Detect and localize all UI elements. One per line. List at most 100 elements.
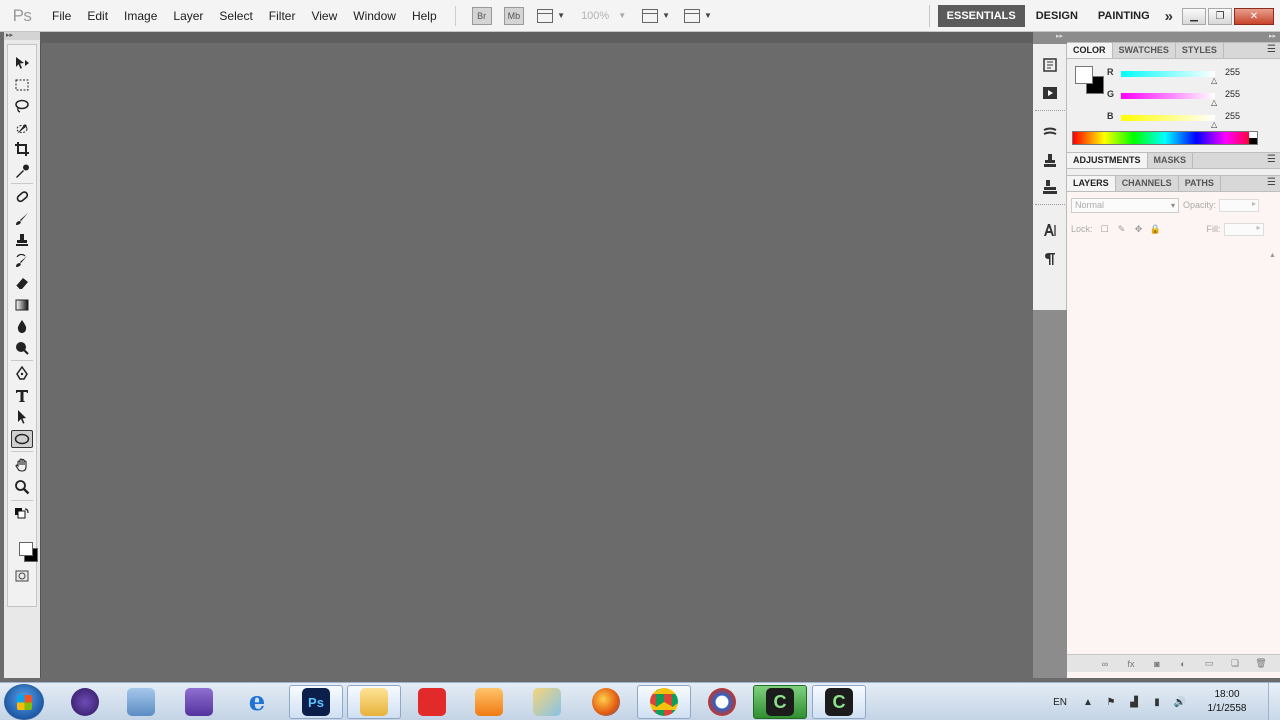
paragraph-panel-icon[interactable]	[1040, 250, 1060, 268]
zoom-level-dropdown[interactable]: 100% ▼	[581, 10, 626, 22]
launch-minibridge-button[interactable]: Mb	[503, 6, 525, 25]
add-mask-icon[interactable]: ◙	[1150, 658, 1164, 670]
layer-style-icon[interactable]: fx	[1124, 658, 1138, 670]
taskbar-app-chrome[interactable]	[637, 685, 691, 719]
green-channel-value[interactable]: 255	[1223, 87, 1253, 101]
panel-menu-icon[interactable]: ☰	[1267, 154, 1276, 165]
slider-thumb-icon[interactable]: △	[1211, 76, 1217, 85]
blur-tool-icon[interactable]	[11, 317, 33, 335]
tab-channels[interactable]: CHANNELS	[1116, 176, 1179, 191]
taskbar-app-calculator[interactable]	[114, 685, 168, 719]
start-button[interactable]	[4, 684, 44, 720]
rectangular-marquee-tool-icon[interactable]	[11, 76, 33, 94]
zoom-tool-icon[interactable]	[11, 478, 33, 496]
blue-channel-value[interactable]: 255	[1223, 109, 1253, 123]
eyedropper-tool-icon[interactable]	[11, 162, 33, 180]
delete-layer-icon[interactable]: 🗑	[1254, 658, 1268, 670]
brush-tool-icon[interactable]	[11, 210, 33, 228]
taskbar-app-eclipse[interactable]	[58, 685, 112, 719]
taskbar-app-photoshop[interactable]: Ps	[289, 685, 343, 719]
show-desktop-button[interactable]	[1268, 683, 1280, 720]
menu-select[interactable]: Select	[211, 0, 260, 32]
blue-channel-track[interactable]	[1121, 115, 1215, 121]
menu-layer[interactable]: Layer	[165, 0, 211, 32]
new-layer-icon[interactable]: ❏	[1228, 658, 1242, 670]
view-extras-dropdown[interactable]: ▼	[537, 8, 565, 23]
canvas-area[interactable]	[40, 32, 1033, 678]
path-selection-tool-icon[interactable]	[11, 408, 33, 426]
menu-filter[interactable]: Filter	[261, 0, 304, 32]
pen-tool-icon[interactable]	[11, 365, 33, 383]
hand-tool-icon[interactable]	[11, 456, 33, 474]
restore-button[interactable]: ❐	[1208, 7, 1232, 25]
menu-edit[interactable]: Edit	[79, 0, 116, 32]
quick-mask-icon[interactable]	[11, 567, 33, 585]
tab-layers[interactable]: LAYERS	[1067, 176, 1116, 191]
clone-source-panel-icon[interactable]	[1040, 152, 1060, 170]
minimize-button[interactable]: ▁	[1182, 7, 1206, 25]
red-channel-value[interactable]: 255	[1223, 65, 1253, 79]
fill-field[interactable]	[1223, 222, 1264, 236]
screen-mode-dropdown[interactable]: ▼	[684, 8, 712, 23]
slider-thumb-icon[interactable]: △	[1211, 120, 1217, 129]
scroll-up-icon[interactable]: ▲	[1269, 252, 1277, 260]
crop-tool-icon[interactable]	[11, 140, 33, 158]
dock-grip[interactable]: ▸▸	[1033, 32, 1067, 42]
more-workspaces-button[interactable]: »	[1165, 8, 1174, 25]
color-spectrum-ramp[interactable]	[1072, 131, 1258, 145]
clock[interactable]: 18:00 1/1/2558	[1196, 688, 1258, 716]
link-layers-icon[interactable]: ∞	[1098, 658, 1112, 670]
taskbar-app-internet-explorer[interactable]: e	[230, 685, 284, 719]
arrange-documents-dropdown[interactable]: ▼	[642, 8, 670, 23]
taskbar-app-camtasia-recorder[interactable]: C	[753, 685, 807, 719]
lasso-tool-icon[interactable]	[11, 97, 33, 115]
taskbar-app-swish[interactable]	[695, 685, 749, 719]
opacity-field[interactable]	[1219, 198, 1260, 212]
default-colors-icon[interactable]	[11, 506, 33, 524]
lock-all-icon[interactable]: 🔒	[1150, 224, 1161, 234]
history-brush-tool-icon[interactable]	[11, 253, 33, 271]
ellipse-tool-icon[interactable]	[11, 430, 33, 448]
tools-panel-grip[interactable]: ▸▸	[4, 32, 40, 40]
gradient-tool-icon[interactable]	[11, 296, 33, 314]
clone-stamp-tool-icon[interactable]	[11, 231, 33, 249]
tool-presets-panel-icon[interactable]	[1040, 178, 1060, 196]
tab-swatches[interactable]: SWATCHES	[1113, 43, 1176, 58]
launch-bridge-button[interactable]: Br	[471, 6, 492, 25]
menu-file[interactable]: File	[44, 0, 79, 32]
character-panel-icon[interactable]	[1040, 221, 1060, 239]
brush-presets-panel-icon[interactable]	[1040, 124, 1060, 142]
taskbar-app-camtasia-studio[interactable]: C	[812, 685, 866, 719]
volume-icon[interactable]: 🔊	[1173, 695, 1187, 709]
language-indicator[interactable]: EN	[1053, 697, 1067, 708]
show-hidden-icons-icon[interactable]: ▲	[1081, 695, 1095, 709]
color-panel-foreground-swatch[interactable]	[1075, 66, 1093, 84]
close-button[interactable]: ✕	[1234, 7, 1274, 25]
adjustment-layer-icon[interactable]: ◐	[1176, 658, 1190, 670]
tab-masks[interactable]: MASKS	[1148, 153, 1194, 168]
new-group-icon[interactable]: ▭	[1202, 658, 1216, 670]
actions-panel-icon[interactable]	[1040, 84, 1060, 102]
slider-thumb-icon[interactable]: △	[1211, 98, 1217, 107]
action-center-icon[interactable]: ⚑	[1104, 695, 1118, 709]
spot-healing-brush-tool-icon[interactable]	[11, 188, 33, 206]
type-tool-icon[interactable]	[11, 387, 33, 405]
panel-menu-icon[interactable]: ☰	[1267, 44, 1276, 55]
red-channel-track[interactable]	[1121, 71, 1215, 77]
menu-help[interactable]: Help	[404, 0, 445, 32]
tab-paths[interactable]: PATHS	[1179, 176, 1221, 191]
quick-selection-tool-icon[interactable]	[11, 119, 33, 137]
layers-scrollbar[interactable]: ▲	[1269, 252, 1277, 672]
menu-view[interactable]: View	[303, 0, 345, 32]
blend-mode-dropdown[interactable]: Normal	[1071, 197, 1179, 213]
taskbar-app-visual-studio[interactable]	[172, 685, 226, 719]
taskbar-app-media-player[interactable]	[462, 685, 516, 719]
panel-menu-icon[interactable]: ☰	[1267, 177, 1276, 188]
taskbar-app-file-explorer[interactable]	[347, 685, 401, 719]
power-icon[interactable]: ▮	[1150, 695, 1164, 709]
lock-position-icon[interactable]: ✥	[1134, 224, 1144, 234]
dodge-tool-icon[interactable]	[11, 339, 33, 357]
menu-image[interactable]: Image	[116, 0, 165, 32]
green-channel-track[interactable]	[1121, 93, 1215, 99]
move-tool-icon[interactable]	[11, 54, 33, 72]
